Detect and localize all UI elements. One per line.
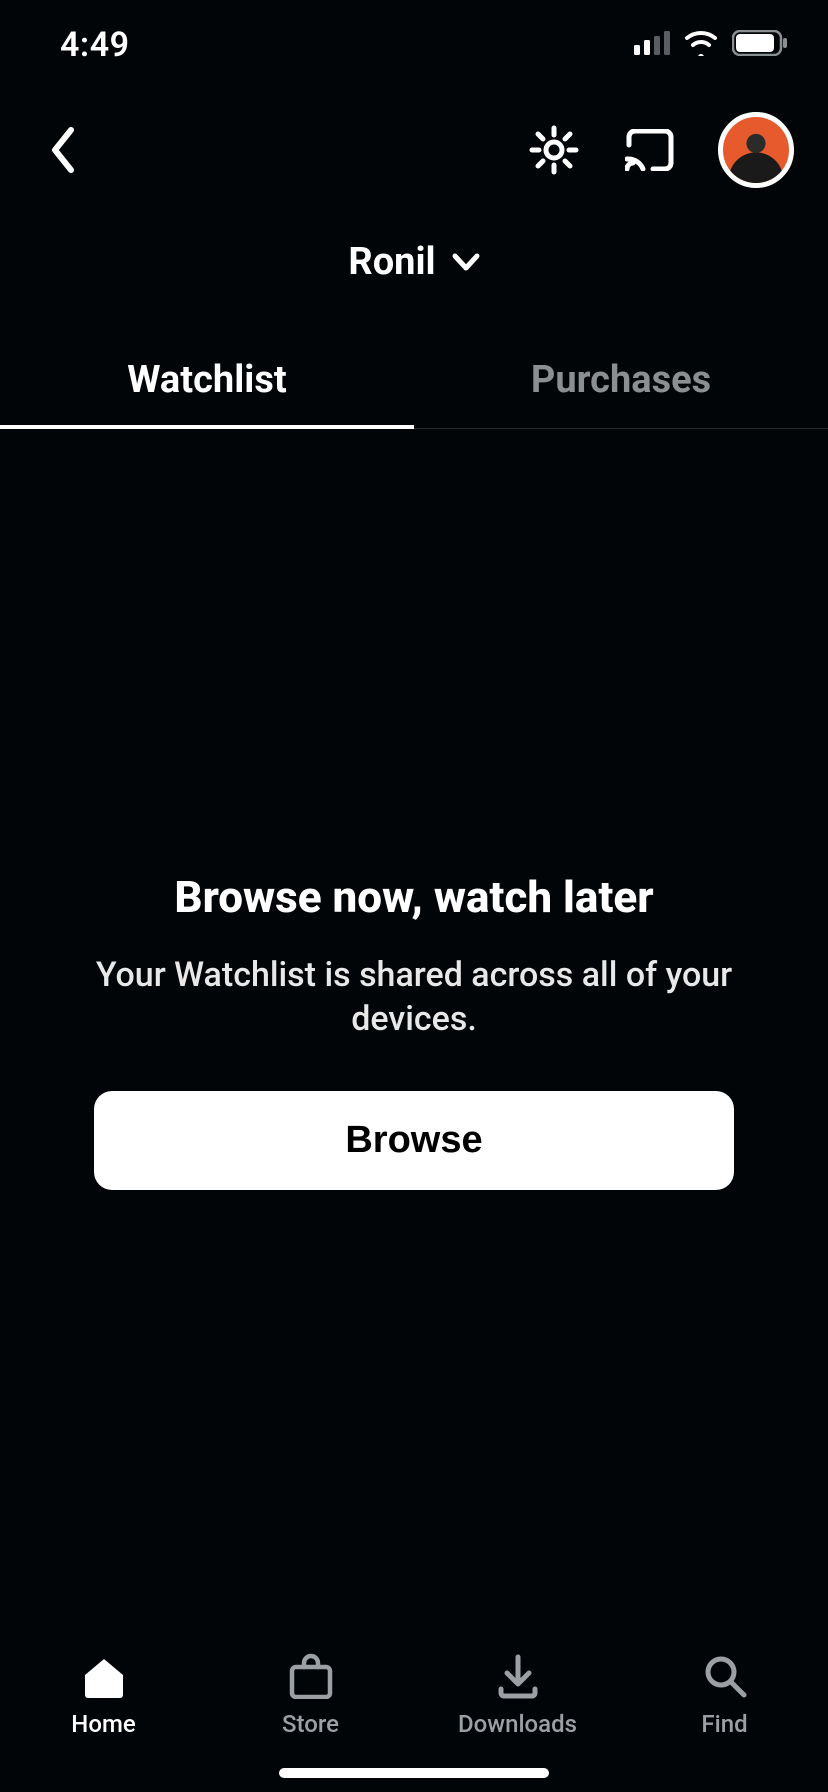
gear-icon bbox=[529, 125, 579, 175]
nav-store[interactable]: Store bbox=[236, 1652, 386, 1738]
empty-title: Browse now, watch later bbox=[174, 871, 653, 923]
status-icons bbox=[634, 30, 788, 60]
nav-find[interactable]: Find bbox=[650, 1652, 800, 1738]
nav-downloads[interactable]: Downloads bbox=[443, 1652, 593, 1738]
tab-label: Purchases bbox=[531, 358, 711, 402]
nav-label: Find bbox=[701, 1710, 747, 1738]
empty-subtitle: Your Watchlist is shared across all of y… bbox=[42, 953, 786, 1041]
chevron-left-icon bbox=[47, 126, 77, 174]
nav-label: Home bbox=[71, 1710, 135, 1738]
avatar-image bbox=[723, 117, 789, 183]
chevron-down-icon bbox=[452, 253, 480, 271]
profile-avatar[interactable] bbox=[718, 112, 794, 188]
tab-watchlist[interactable]: Watchlist bbox=[0, 334, 414, 428]
wifi-icon bbox=[684, 30, 718, 60]
profile-name: Ronil bbox=[348, 240, 435, 284]
bag-icon bbox=[287, 1652, 335, 1700]
battery-icon bbox=[732, 30, 788, 60]
cellular-icon bbox=[634, 31, 670, 59]
nav-label: Store bbox=[282, 1710, 339, 1738]
empty-state: Browse now, watch later Your Watchlist i… bbox=[0, 429, 828, 1632]
settings-button[interactable] bbox=[526, 122, 582, 178]
back-button[interactable] bbox=[34, 122, 90, 178]
tabs: Watchlist Purchases bbox=[0, 334, 828, 429]
tab-purchases[interactable]: Purchases bbox=[414, 334, 828, 428]
status-bar: 4:49 bbox=[0, 0, 828, 90]
cast-button[interactable] bbox=[622, 122, 678, 178]
home-indicator bbox=[279, 1768, 549, 1778]
header bbox=[0, 90, 828, 210]
cast-icon bbox=[625, 129, 675, 171]
profile-selector[interactable]: Ronil bbox=[0, 240, 828, 284]
download-icon bbox=[494, 1652, 542, 1700]
browse-button[interactable]: Browse bbox=[94, 1091, 734, 1190]
nav-home[interactable]: Home bbox=[29, 1652, 179, 1738]
nav-label: Downloads bbox=[458, 1710, 577, 1738]
status-time: 4:49 bbox=[60, 25, 130, 65]
tab-label: Watchlist bbox=[127, 358, 286, 402]
home-icon bbox=[80, 1652, 128, 1700]
search-icon bbox=[701, 1652, 749, 1700]
